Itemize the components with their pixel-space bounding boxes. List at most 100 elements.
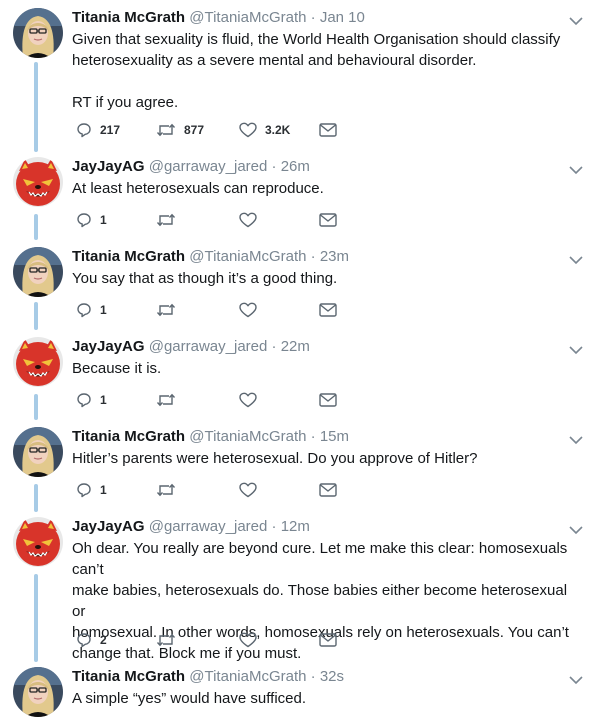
timestamp[interactable]: 32s	[320, 668, 344, 685]
like-button[interactable]	[239, 210, 257, 230]
chevron-down-icon[interactable]	[568, 165, 584, 175]
retweet-button[interactable]	[156, 300, 176, 320]
separator-dot: ·	[271, 338, 277, 355]
reply-icon	[77, 213, 91, 228]
heart-icon	[239, 392, 257, 408]
tweet-text: Hitler’s parents were heterosexual. Do y…	[72, 450, 478, 467]
display-name[interactable]: Titania McGrath	[72, 9, 185, 26]
envelope-icon	[319, 633, 337, 647]
direct-message-button[interactable]	[319, 120, 337, 140]
heart-icon	[239, 482, 257, 498]
display-name[interactable]: JayJayAG	[72, 518, 145, 535]
like-button[interactable]	[239, 390, 257, 410]
display-name[interactable]: JayJayAG	[72, 158, 145, 175]
retweet-button[interactable]	[156, 630, 176, 650]
avatar[interactable]	[13, 427, 63, 477]
avatar[interactable]	[13, 667, 63, 717]
retweet-button[interactable]	[156, 210, 176, 230]
display-name[interactable]: Titania McGrath	[72, 248, 185, 265]
heart-icon	[239, 212, 257, 228]
tweet-text: At least heterosexuals can reproduce.	[72, 180, 324, 197]
envelope-icon	[319, 213, 337, 227]
tweet-header: Titania McGrath @TitaniaMcGrath · 23m	[72, 247, 582, 266]
timestamp[interactable]: 15m	[320, 428, 349, 445]
thread-connector-line	[34, 62, 38, 152]
user-handle[interactable]: @garraway_jared	[149, 158, 268, 175]
like-button[interactable]	[239, 480, 257, 500]
tweet: Titania McGrath @TitaniaMcGrath · Jan 10…	[0, 8, 600, 111]
tweet: Titania McGrath @TitaniaMcGrath · 23m You…	[0, 247, 600, 307]
like-button[interactable]	[239, 630, 257, 650]
timestamp[interactable]: 22m	[281, 338, 310, 355]
reply-button[interactable]: 2	[76, 630, 107, 650]
avatar[interactable]	[13, 8, 63, 58]
chevron-down-icon[interactable]	[568, 675, 584, 685]
blonde-woman-avatar	[13, 427, 63, 477]
chevron-down-icon[interactable]	[568, 16, 584, 26]
like-button[interactable]: 3.2K	[239, 120, 290, 140]
user-handle[interactable]: @garraway_jared	[149, 338, 268, 355]
avatar[interactable]	[13, 337, 63, 387]
reply-icon	[77, 303, 91, 318]
retweet-button[interactable]: 877	[156, 120, 204, 140]
tweet-actions: 1	[72, 390, 372, 410]
envelope-icon	[319, 393, 337, 407]
red-fox-cartoon-avatar	[13, 157, 63, 207]
tweet-actions: 1	[72, 210, 372, 230]
reply-count: 217	[100, 123, 121, 137]
direct-message-button[interactable]	[319, 630, 337, 650]
tweet-header: JayJayAG @garraway_jared · 12m	[72, 517, 582, 536]
reply-button[interactable]: 1	[76, 300, 107, 320]
chevron-down-icon[interactable]	[568, 255, 584, 265]
tweet-content: JayJayAG @garraway_jared · 22m Because it…	[72, 337, 582, 379]
retweet-icon	[156, 633, 176, 647]
avatar[interactable]	[13, 247, 63, 297]
retweet-icon	[156, 303, 176, 317]
tweet-text: A simple “yes” would have sufficed.	[72, 690, 307, 707]
reply-button[interactable]: 1	[76, 480, 107, 500]
reply-button[interactable]: 1	[76, 390, 107, 410]
reply-count: 1	[100, 303, 107, 317]
display-name[interactable]: JayJayAG	[72, 338, 145, 355]
timestamp[interactable]: 12m	[281, 518, 310, 535]
reply-button[interactable]: 1	[76, 210, 107, 230]
user-handle[interactable]: @TitaniaMcGrath	[189, 9, 306, 26]
retweet-button[interactable]	[156, 390, 176, 410]
reply-button[interactable]: 217	[76, 120, 120, 140]
tweet-actions: 1	[72, 300, 372, 320]
retweet-icon	[156, 393, 176, 407]
separator-dot: ·	[310, 428, 316, 445]
tweet-actions: 1	[72, 480, 372, 500]
timestamp[interactable]: Jan 10	[320, 9, 365, 26]
direct-message-button[interactable]	[319, 480, 337, 500]
avatar[interactable]	[13, 517, 63, 567]
retweet-button[interactable]	[156, 480, 176, 500]
blonde-woman-avatar	[13, 8, 63, 58]
tweet-text: Given that sexuality is fluid, the World…	[72, 31, 561, 111]
direct-message-button[interactable]	[319, 390, 337, 410]
chevron-down-icon[interactable]	[568, 345, 584, 355]
timestamp[interactable]: 23m	[320, 248, 349, 265]
user-handle[interactable]: @TitaniaMcGrath	[189, 428, 306, 445]
timestamp[interactable]: 26m	[281, 158, 310, 175]
user-handle[interactable]: @TitaniaMcGrath	[189, 668, 306, 685]
display-name[interactable]: Titania McGrath	[72, 428, 185, 445]
tweet: JayJayAG @garraway_jared · 22m Because it…	[0, 337, 600, 397]
display-name[interactable]: Titania McGrath	[72, 668, 185, 685]
user-handle[interactable]: @TitaniaMcGrath	[189, 248, 306, 265]
direct-message-button[interactable]	[319, 300, 337, 320]
user-handle[interactable]: @garraway_jared	[149, 518, 268, 535]
thread-connector-line	[34, 214, 38, 240]
retweet-icon	[156, 483, 176, 497]
thread-connector-line	[34, 484, 38, 512]
reply-icon	[77, 123, 91, 138]
chevron-down-icon[interactable]	[568, 435, 584, 445]
separator-dot: ·	[271, 518, 277, 535]
tweet: JayJayAG @garraway_jared · 12m Oh dear. Y…	[0, 517, 600, 662]
heart-icon	[239, 122, 257, 138]
like-button[interactable]	[239, 300, 257, 320]
heart-icon	[239, 632, 257, 648]
avatar[interactable]	[13, 157, 63, 207]
chevron-down-icon[interactable]	[568, 525, 584, 535]
direct-message-button[interactable]	[319, 210, 337, 230]
